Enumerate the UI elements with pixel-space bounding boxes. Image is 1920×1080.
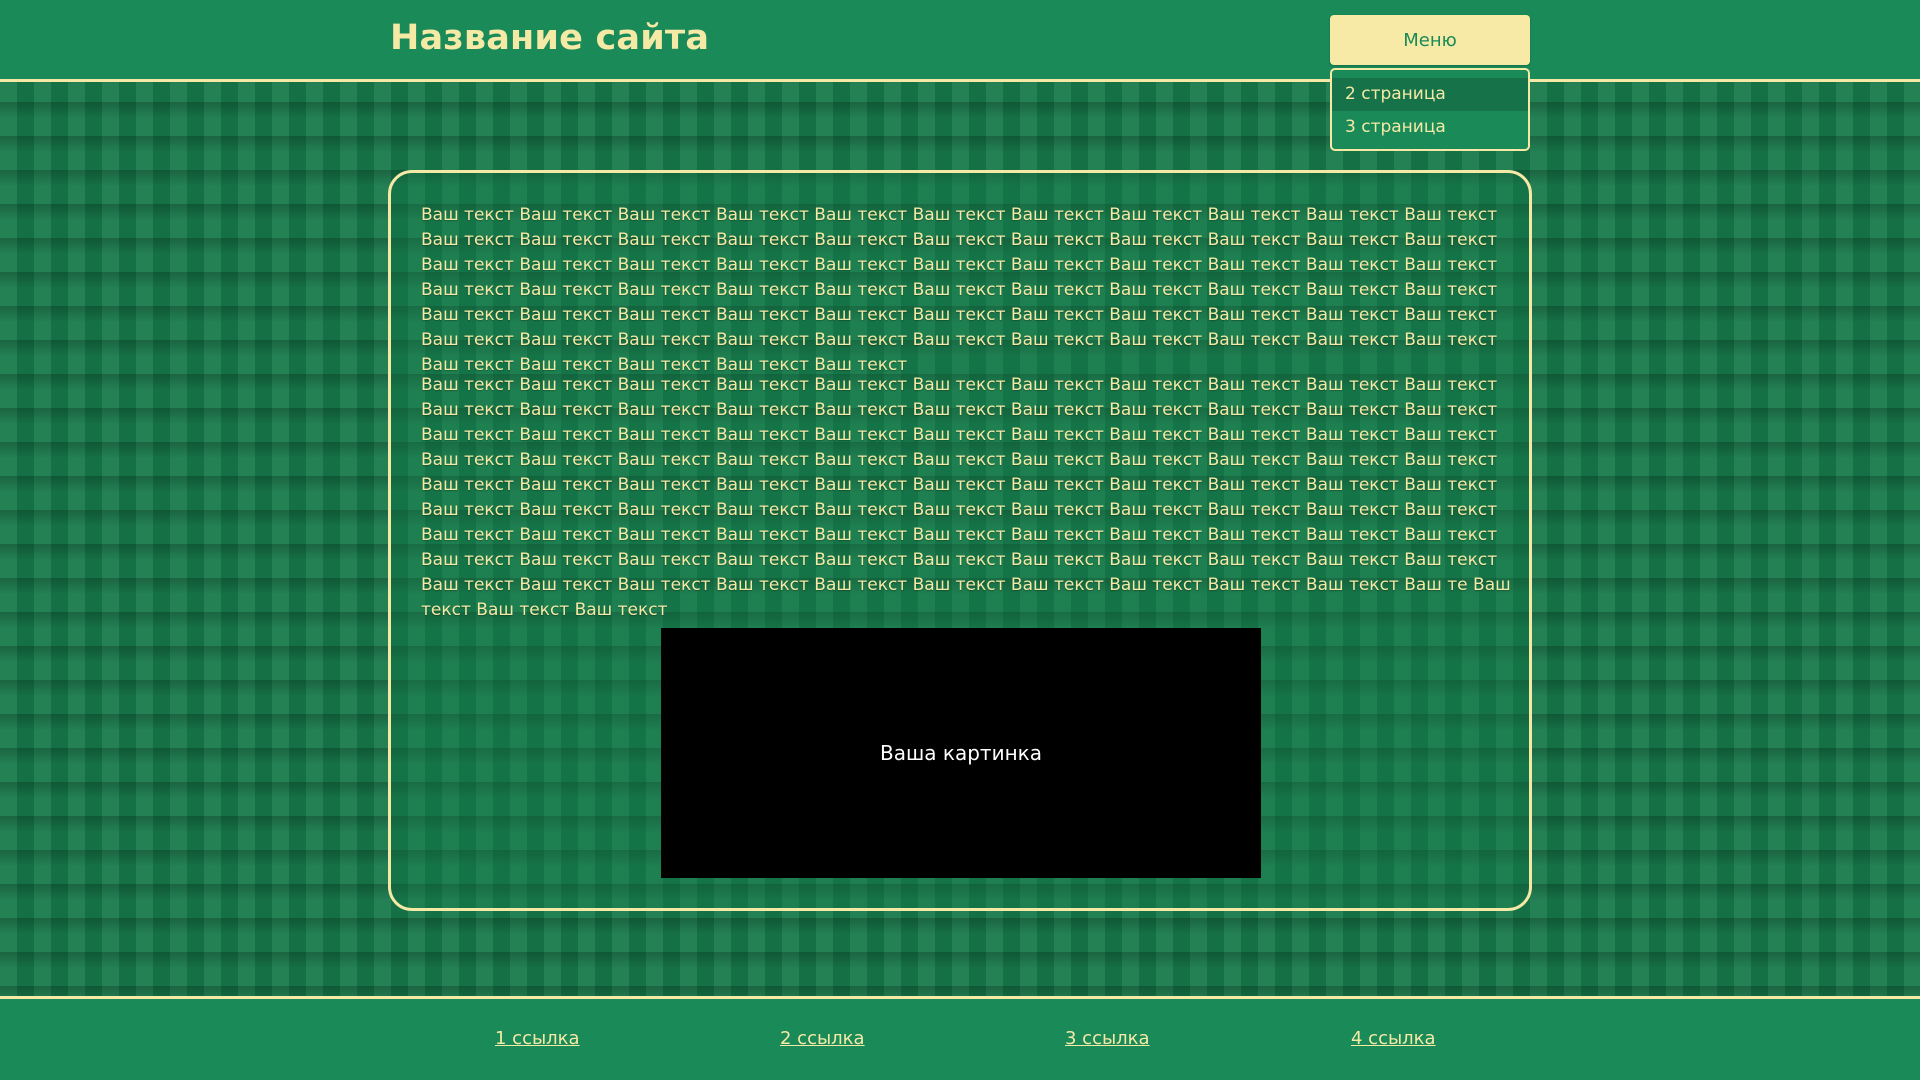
footer-link-2[interactable]: 2 ссылка bbox=[780, 1028, 865, 1049]
text-paragraph-2: Ваш текст Ваш текст Ваш текст Ваш текст … bbox=[421, 375, 1511, 620]
menu-dropdown: 2 страница 3 страница bbox=[1330, 68, 1530, 151]
image-placeholder-label: Ваша картинка bbox=[880, 741, 1042, 765]
menu-item-page-3[interactable]: 3 страница bbox=[1332, 111, 1528, 144]
site-title: Название сайта bbox=[390, 18, 710, 58]
footer-link-4[interactable]: 4 ссылка bbox=[1351, 1028, 1436, 1049]
site-footer: 1 ссылка 2 ссылка 3 ссылка 4 ссылка bbox=[0, 996, 1920, 1080]
text-paragraph-1: Ваш текст Ваш текст Ваш текст Ваш текст … bbox=[421, 205, 1498, 375]
footer-link-3[interactable]: 3 ссылка bbox=[1065, 1028, 1150, 1049]
site-header: Название сайта Меню bbox=[0, 0, 1920, 82]
content-card: Ваш текст Ваш текст Ваш текст Ваш текст … bbox=[388, 170, 1532, 911]
menu-button[interactable]: Меню bbox=[1330, 15, 1530, 65]
menu-item-page-2[interactable]: 2 страница bbox=[1332, 78, 1528, 111]
footer-link-1[interactable]: 1 ссылка bbox=[495, 1028, 580, 1049]
image-placeholder: Ваша картинка bbox=[661, 628, 1261, 878]
